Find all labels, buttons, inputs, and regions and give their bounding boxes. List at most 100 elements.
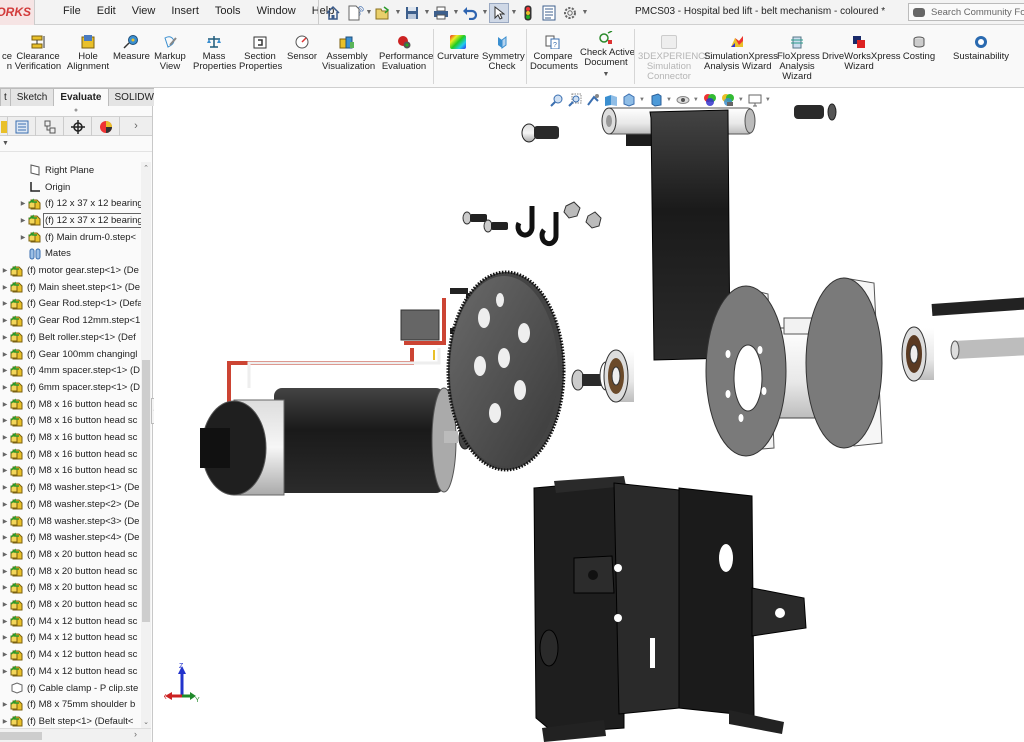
expand-arrow-icon[interactable]: ▶	[0, 568, 10, 575]
bearing-12x37x12[interactable]	[901, 326, 934, 382]
rebuild-icon[interactable]	[518, 3, 538, 23]
tree-item[interactable]: ▶ (f) M8 washer.step<4> (De	[0, 529, 141, 546]
expand-arrow-icon[interactable]: ▶	[18, 200, 28, 207]
check-active-document-dropdown[interactable]: ▼	[580, 70, 632, 80]
p-clip-cable-clamp[interactable]	[515, 206, 559, 247]
expand-arrow-icon[interactable]: ▶	[0, 300, 10, 307]
menu-insert[interactable]: Insert	[163, 5, 207, 19]
tree-item[interactable]: (f) Cable clamp - P clip.ste	[0, 680, 141, 697]
expand-arrow-icon[interactable]: ▶	[0, 718, 10, 725]
expand-arrow-icon[interactable]: ▶	[0, 651, 10, 658]
select-icon[interactable]	[489, 2, 509, 23]
hex-nut[interactable]	[563, 201, 581, 219]
symmetry-check-button[interactable]: Symmetry Check	[482, 35, 525, 72]
tree-item[interactable]: ▶ (f) M8 x 16 button head sc	[0, 396, 141, 413]
expand-arrow-icon[interactable]: ▶	[0, 317, 10, 324]
scroll-down-arrow[interactable]: ⌄	[141, 718, 151, 726]
markup-view-button[interactable]: Markup View	[153, 35, 187, 72]
expand-arrow-icon[interactable]: ▶	[0, 334, 10, 341]
compare-documents-button[interactable]: ? Compare Documents	[530, 35, 578, 72]
expand-arrow-icon[interactable]: ▶	[0, 401, 10, 408]
expand-arrow-icon[interactable]: ▶	[0, 267, 10, 274]
panel-grip[interactable]: ●	[0, 106, 152, 116]
tree-item[interactable]: ▶ (f) M8 x 16 button head sc	[0, 429, 141, 446]
undo-dropdown[interactable]: ▼	[481, 9, 489, 16]
clearance-verification-button[interactable]: Clearance Verification	[14, 35, 62, 72]
expand-arrow-icon[interactable]: ▶	[0, 534, 10, 541]
horizontal-scroll-thumb[interactable]	[0, 732, 42, 740]
expand-arrow-icon[interactable]: ▶	[18, 217, 28, 224]
open-icon[interactable]	[373, 3, 393, 23]
gear-rod[interactable]	[931, 297, 1024, 316]
menu-window[interactable]: Window	[249, 5, 304, 19]
expand-arrow-icon[interactable]: ▶	[0, 601, 10, 608]
configuration-manager-tab[interactable]	[36, 117, 64, 136]
file-properties-icon[interactable]	[539, 3, 559, 23]
undo-icon[interactable]	[460, 3, 480, 23]
gear-rod-12mm[interactable]	[950, 336, 1024, 360]
dc-motor[interactable]	[200, 298, 472, 496]
shoulder-bolt-and-bearing[interactable]	[571, 349, 634, 403]
hex-nut[interactable]	[585, 211, 602, 229]
expand-arrow-icon[interactable]: ▶	[0, 484, 10, 491]
expand-arrow-icon[interactable]: ▶	[0, 618, 10, 625]
tree-item[interactable]: ▶ (f) 12 x 37 x 12 bearing	[0, 212, 141, 229]
print-dropdown[interactable]: ▼	[452, 9, 460, 16]
expand-arrow-icon[interactable]: ▶	[0, 701, 10, 708]
expand-arrow-icon[interactable]: ▶	[0, 284, 10, 291]
check-active-document-button[interactable]: Check Active Document ▼	[580, 30, 635, 80]
expand-arrow-icon[interactable]: ▶	[0, 634, 10, 641]
display-manager-tab[interactable]	[92, 117, 120, 136]
tree-item[interactable]: ▶ (f) M8 x 20 button head sc	[0, 563, 141, 580]
scroll-right-arrow[interactable]: ›	[134, 729, 137, 739]
tree-horizontal-scrollbar[interactable]: ›	[0, 728, 151, 742]
tree-item[interactable]: ▶ (f) 12 x 37 x 12 bearing	[0, 195, 141, 212]
expand-arrow-icon[interactable]: ▶	[0, 584, 10, 591]
curvature-button[interactable]: Curvature	[437, 35, 479, 62]
gear-100mm[interactable]	[446, 270, 566, 472]
mass-properties-button[interactable]: Mass Properties	[193, 35, 236, 72]
m4-screw[interactable]	[462, 211, 487, 225]
select-dropdown[interactable]: ▼	[510, 9, 518, 16]
expand-arrow-icon[interactable]: ▶	[0, 551, 10, 558]
performance-evaluation-button[interactable]: Performance Evaluation	[379, 35, 433, 72]
main-drum[interactable]	[705, 277, 883, 457]
tree-item[interactable]: ▶ (f) Gear 100mm changingl	[0, 346, 141, 363]
tree-item[interactable]: Origin	[0, 179, 141, 196]
tree-item[interactable]: Right Plane	[0, 162, 141, 179]
sensor-button[interactable]: Sensor	[287, 35, 317, 62]
expand-arrow-icon[interactable]: ▶	[0, 501, 10, 508]
tab-evaluate[interactable]: Evaluate	[53, 88, 109, 106]
tree-item[interactable]: ▶ (f) M8 x 16 button head sc	[0, 463, 141, 480]
home-icon[interactable]	[323, 3, 343, 23]
interference-detection-button[interactable]: ce n	[0, 35, 12, 72]
tree-item[interactable]: ▶ (f) M8 washer.step<2> (De	[0, 496, 141, 513]
expand-arrow-icon[interactable]: ▶	[0, 367, 10, 374]
tree-item[interactable]: ▶ (f) M4 x 12 button head sc	[0, 630, 141, 647]
print-icon[interactable]	[431, 3, 451, 23]
driveworksxpress-button[interactable]: DriveWorksXpress Wizard	[822, 35, 900, 72]
tree-item[interactable]: ▶ (f) M4 x 12 button head sc	[0, 663, 141, 680]
menu-edit[interactable]: Edit	[89, 5, 124, 19]
menu-tools[interactable]: Tools	[207, 5, 249, 19]
property-manager-tab[interactable]	[8, 117, 36, 136]
expand-arrow-icon[interactable]: ▶	[0, 384, 10, 391]
tree-item[interactable]: ▶ (f) M8 x 20 button head sc	[0, 596, 141, 613]
save-icon[interactable]	[402, 3, 422, 23]
save-dropdown[interactable]: ▼	[423, 9, 431, 16]
expand-arrow-icon[interactable]: ▶	[0, 434, 10, 441]
costing-button[interactable]: Costing	[902, 35, 936, 62]
search-community-forum[interactable]: Search Community Forum	[908, 3, 1024, 21]
tree-item[interactable]: ▶ (f) 4mm spacer.step<1> (D	[0, 362, 141, 379]
options-dropdown[interactable]: ▼	[581, 9, 589, 16]
tree-item[interactable]: ▶ (f) 6mm spacer.step<1> (D	[0, 379, 141, 396]
expand-arrow-icon[interactable]: ▶	[0, 451, 10, 458]
new-document-icon[interactable]	[344, 3, 364, 23]
expand-arrow-icon[interactable]: ▶	[0, 467, 10, 474]
sustainability-button[interactable]: Sustainability	[952, 35, 1010, 62]
tree-item[interactable]: ▶ (f) M8 washer.step<1> (De	[0, 479, 141, 496]
options-gear-icon[interactable]	[560, 3, 580, 23]
floxpress-button[interactable]: FloXpress Analysis Wizard	[777, 35, 820, 82]
tab-sketch[interactable]: Sketch	[9, 88, 55, 106]
exploded-assembly-model[interactable]	[154, 88, 1024, 742]
